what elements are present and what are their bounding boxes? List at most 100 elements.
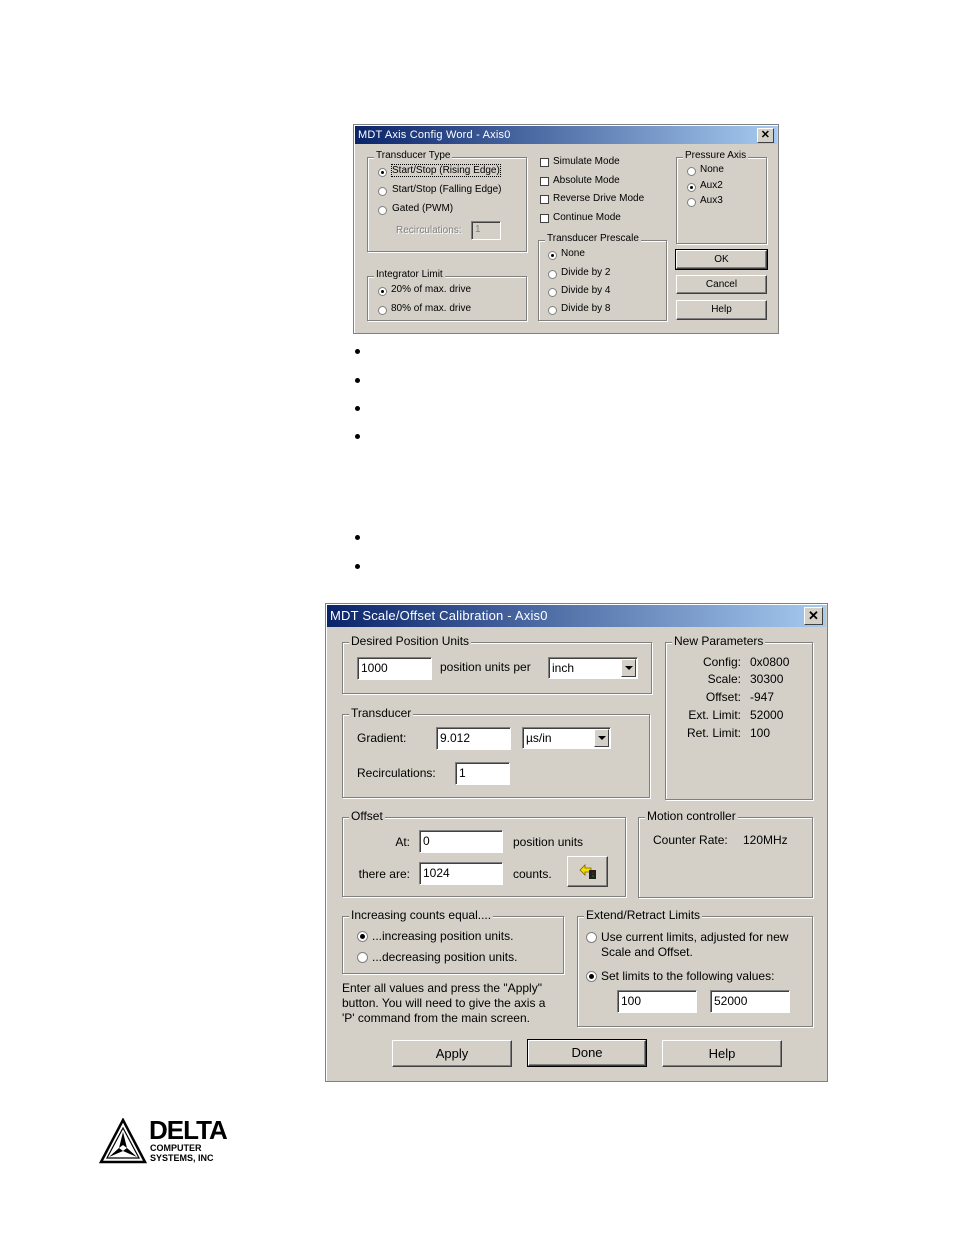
radio-prescale-2[interactable]	[548, 270, 557, 279]
radio-pressure-none[interactable]	[687, 167, 696, 176]
help-button[interactable]: Help	[676, 300, 767, 320]
gradient-input[interactable]: 9.012	[436, 727, 511, 750]
reverse-drive-mode-checkbox[interactable]	[540, 195, 549, 204]
scale-label: Scale:	[707, 672, 741, 686]
config-label: Config:	[702, 655, 741, 669]
close-button[interactable]: ✕	[804, 607, 823, 625]
ext-limit-label: Ext. Limit:	[688, 708, 741, 722]
retract-limit-input[interactable]: 100	[617, 990, 697, 1013]
gradient-unit-value: µs/in	[526, 731, 552, 745]
pressure-none-label: None	[700, 164, 724, 175]
ok-button[interactable]: OK	[675, 249, 768, 270]
bullet	[355, 434, 360, 439]
rising-edge-label: Start/Stop (Rising Edge)	[391, 164, 501, 177]
radio-decreasing[interactable]	[357, 952, 368, 963]
radio-prescale-4[interactable]	[548, 288, 557, 297]
ret-limit-value: 100	[750, 726, 771, 740]
radio-pressure-aux3[interactable]	[687, 198, 696, 207]
chevron-down-icon[interactable]	[594, 729, 609, 747]
bullet	[355, 406, 360, 411]
help-button[interactable]: Help	[662, 1040, 782, 1067]
radio-gated-pwm[interactable]	[378, 206, 387, 215]
undo-arrow-icon	[579, 864, 596, 879]
radio-set-limits[interactable]	[586, 971, 597, 982]
bullet	[355, 535, 360, 540]
continue-mode-label: Continue Mode	[553, 212, 621, 223]
extend-retract-limits-group: Extend/Retract Limits Use current limits…	[577, 908, 813, 1027]
radio-integrator-20[interactable]	[378, 287, 387, 296]
increasing-label: ...increasing position units.	[372, 929, 514, 943]
at-unit-label: position units	[513, 835, 584, 849]
gated-pwm-label: Gated (PWM)	[392, 203, 454, 214]
transducer-type-group: Transducer Type Start/Stop (Rising Edge)…	[367, 150, 527, 252]
falling-edge-label: Start/Stop (Falling Edge)	[392, 184, 502, 195]
delta-triangle-icon	[99, 1118, 147, 1164]
new-parameters-group: New Parameters Config: 0x0800 Scale: 303…	[665, 634, 813, 800]
integrator-80-label: 80% of max. drive	[391, 303, 472, 314]
radio-increasing[interactable]	[357, 931, 368, 942]
counts-input[interactable]: 1024	[419, 862, 503, 885]
apply-button[interactable]: Apply	[392, 1040, 512, 1067]
at-label: At:	[395, 835, 410, 849]
increasing-counts-group: Increasing counts equal.... ...increasin…	[342, 908, 564, 974]
pressure-aux3-label: Aux3	[700, 195, 723, 206]
unit-select[interactable]: inch	[548, 657, 638, 679]
gradient-label: Gradient:	[357, 731, 407, 745]
prescale-2-label: Divide by 2	[561, 267, 611, 278]
radio-integrator-80[interactable]	[378, 306, 387, 315]
reverse-drive-mode-label: Reverse Drive Mode	[553, 193, 645, 204]
continue-mode-checkbox[interactable]	[540, 214, 549, 223]
title-bar: MDT Scale/Offset Calibration - Axis0 ✕	[327, 605, 826, 627]
integrator-limit-legend: Integrator Limit	[374, 269, 445, 280]
transducer-type-legend: Transducer Type	[374, 150, 453, 161]
gradient-unit-select[interactable]: µs/in	[522, 727, 611, 749]
simulate-mode-checkbox[interactable]	[540, 158, 549, 167]
motion-controller-group: Motion controller Counter Rate: 120MHz	[638, 809, 813, 898]
radio-rising-edge[interactable]	[378, 168, 387, 177]
close-icon: ✕	[807, 608, 820, 623]
extend-retract-limits-legend: Extend/Retract Limits	[584, 908, 703, 922]
motion-controller-legend: Motion controller	[645, 809, 738, 823]
title-bar: MDT Axis Config Word - Axis0 ✕	[355, 126, 777, 144]
counter-rate-label: Counter Rate:	[653, 833, 728, 847]
dialog-title: MDT Scale/Offset Calibration - Axis0	[330, 608, 548, 623]
radio-pressure-aux2[interactable]	[687, 183, 696, 192]
use-current-limits-label-1: Use current limits, adjusted for new	[601, 930, 789, 944]
recirculations-input[interactable]: 1	[471, 221, 501, 240]
simulate-mode-label: Simulate Mode	[553, 156, 620, 167]
desired-position-units-legend: Desired Position Units	[349, 634, 472, 648]
offset-legend: Offset	[349, 809, 385, 823]
instructions-line-2: button. You will need to give the axis a	[342, 996, 546, 1010]
done-button[interactable]: Done	[527, 1039, 647, 1067]
capture-position-button[interactable]	[567, 856, 608, 887]
recirculations-label: Recirculations:	[396, 225, 462, 236]
increasing-counts-legend: Increasing counts equal....	[349, 908, 494, 922]
pressure-axis-legend: Pressure Axis	[683, 150, 749, 161]
at-input[interactable]: 0	[419, 830, 503, 853]
offset-group: Offset At: 0 position units there are: 1…	[342, 809, 626, 897]
offset-label: Offset:	[705, 690, 741, 704]
config-value: 0x0800	[750, 655, 790, 669]
offset-value: -947	[750, 690, 775, 704]
extend-limit-input[interactable]: 52000	[710, 990, 790, 1013]
radio-prescale-none[interactable]	[548, 251, 557, 260]
position-units-input[interactable]: 1000	[357, 657, 432, 680]
pressure-axis-group: Pressure Axis None Aux2 Aux3	[676, 150, 767, 244]
desired-position-units-group: Desired Position Units 1000 position uni…	[342, 634, 652, 694]
radio-falling-edge[interactable]	[378, 187, 387, 196]
radio-prescale-8[interactable]	[548, 306, 557, 315]
use-current-limits-label-2: Scale and Offset.	[601, 945, 693, 959]
recirculations-input[interactable]: 1	[455, 762, 510, 785]
logo-line2: COMPUTER	[150, 1143, 202, 1153]
transducer-group: Transducer Gradient: 9.012 µs/in Recircu…	[342, 706, 650, 798]
counts-unit-label: counts.	[513, 867, 552, 881]
instructions-line-3: 'P' command from the main screen.	[342, 1011, 530, 1025]
chevron-down-icon[interactable]	[621, 659, 636, 677]
cancel-button[interactable]: Cancel	[676, 275, 767, 294]
radio-use-current-limits[interactable]	[586, 932, 597, 943]
logo-line3: SYSTEMS, INC	[150, 1153, 214, 1163]
absolute-mode-checkbox[interactable]	[540, 177, 549, 186]
close-button[interactable]: ✕	[757, 128, 774, 143]
there-are-label: there are:	[358, 867, 410, 881]
prescale-4-label: Divide by 4	[561, 285, 611, 296]
